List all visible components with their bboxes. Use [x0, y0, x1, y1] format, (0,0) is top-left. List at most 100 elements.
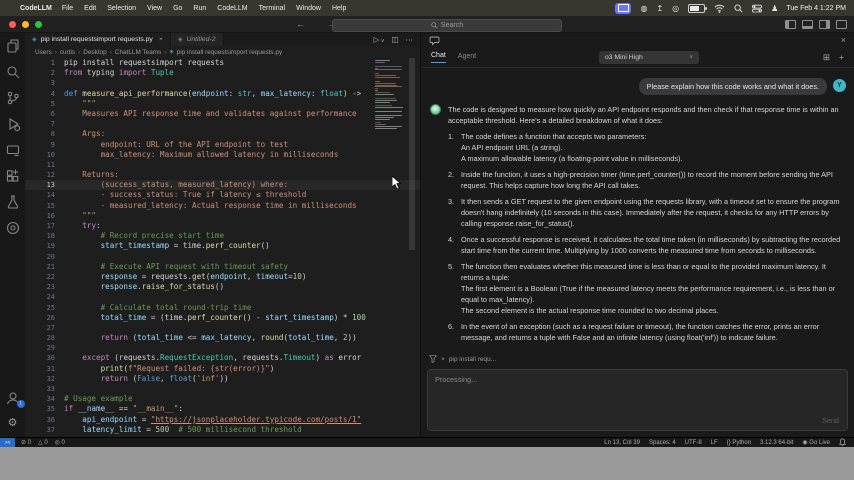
python-file-icon: ◈ — [32, 37, 37, 43]
code-line: 26 total_time = (time.perf_counter() - s… — [25, 313, 420, 323]
breadcrumb-item-pip-install-requestsimport-requests-py[interactable]: pip install requestsimport requests.py — [177, 49, 283, 56]
problem-count[interactable]: △ 0 — [38, 439, 48, 446]
hotspot-icon[interactable]: ↥ — [656, 3, 663, 14]
breadcrumb-item-users[interactable]: Users — [35, 49, 52, 56]
close-window-button[interactable] — [9, 20, 16, 28]
test-beaker-icon[interactable] — [5, 194, 21, 210]
wifi-icon[interactable] — [714, 3, 725, 14]
files-icon[interactable] — [5, 38, 21, 54]
attachment-chip[interactable]: × pip install requ... — [429, 355, 496, 363]
item-subtext: An API endpoint URL (a string). — [461, 143, 563, 152]
spotlight-icon[interactable] — [734, 3, 743, 14]
toggle-sidebar-icon[interactable] — [785, 20, 796, 29]
menu-item-terminal[interactable]: Terminal — [259, 5, 285, 12]
menu-clock[interactable]: Tue Feb 4 1:22 PM — [786, 5, 854, 12]
menu-item-selection[interactable]: Selection — [107, 5, 136, 12]
screen-share-icon[interactable] — [615, 2, 632, 14]
remote-window-icon[interactable] — [5, 142, 21, 158]
swirl-app-icon[interactable]: ◍ — [640, 3, 647, 14]
account-icon[interactable]: 1 — [5, 390, 25, 408]
code-editor[interactable]: 1 pip install requestsimport requests 2 fro… — [25, 58, 420, 437]
problems-counts[interactable]: ⊘ 0 △ 0 ◎ 0 — [21, 439, 65, 446]
remote-indicator[interactable]: >< — [0, 438, 15, 447]
minimize-window-button[interactable] — [22, 20, 29, 28]
line-number: 10 — [46, 150, 55, 159]
notifications-bell-icon[interactable] — [839, 437, 846, 448]
tab-chat[interactable]: Chat — [431, 52, 446, 63]
chat-input-box[interactable]: Processing... Send — [427, 369, 848, 431]
menu-item-run[interactable]: Run — [193, 5, 206, 12]
tab-untitled-2[interactable]: ◈ Untitled-2 — [170, 32, 224, 46]
search-icon — [431, 21, 438, 29]
more-actions-icon[interactable]: ⋯ — [406, 35, 414, 44]
minimap-line — [375, 67, 378, 69]
minimap[interactable] — [373, 58, 407, 130]
menu-item-view[interactable]: View — [147, 5, 162, 12]
source-control-icon[interactable] — [5, 90, 21, 106]
battery-icon[interactable] — [688, 3, 708, 14]
history-grid-icon[interactable]: ⊞ — [823, 52, 830, 63]
command-search-box[interactable]: Search — [332, 18, 562, 32]
minimap-line — [375, 86, 402, 88]
zoom-window-button[interactable] — [35, 20, 42, 28]
status-item-3-12-3-64-bit[interactable]: 3.12.3 64-bit — [760, 440, 793, 446]
problem-count[interactable]: ◎ 0 — [55, 439, 65, 446]
model-selector[interactable]: o3 Mini High ∨ — [599, 50, 699, 64]
status-item-spaces-4[interactable]: Spaces: 4 — [649, 440, 676, 446]
file-icon: ◈ — [177, 36, 183, 43]
breadcrumb-item-desktop[interactable]: Desktop — [83, 49, 106, 56]
menu-item-go[interactable]: Go — [173, 5, 182, 12]
code-text: Args: — [64, 129, 106, 139]
status-item-python[interactable]: {} Python — [727, 440, 751, 446]
menu-item-edit[interactable]: Edit — [84, 5, 96, 12]
minimap-line — [375, 90, 379, 92]
menu-item-window[interactable]: Window — [296, 5, 321, 12]
run-debug-icon[interactable] — [5, 116, 21, 132]
status-item-ln-13-col-39[interactable]: Ln 13, Col 39 — [604, 440, 640, 446]
item-text: It then sends a GET request to the given… — [461, 197, 840, 228]
line-number: 37 — [46, 425, 55, 434]
record-target-icon[interactable]: ◎ — [672, 3, 679, 14]
split-editor-icon[interactable]: ◫ — [391, 35, 398, 44]
breadcrumb-item-chatllm-teams[interactable]: ChatLLM Teams — [115, 49, 161, 56]
tab-agent[interactable]: Agent — [458, 53, 476, 63]
line-number: 6 — [50, 109, 55, 118]
status-item-lf[interactable]: LF — [711, 440, 718, 446]
remove-attachment-icon[interactable]: × — [441, 356, 445, 363]
search-icon[interactable] — [5, 64, 21, 80]
toggle-panel-icon[interactable] — [802, 20, 813, 29]
extensions-icon[interactable] — [5, 168, 21, 184]
code-text: total_time = (time.perf_counter() - star… — [100, 312, 366, 322]
customize-layout-icon[interactable] — [836, 20, 847, 29]
menu-item-help[interactable]: Help — [332, 5, 346, 12]
menu-app-name[interactable]: CodeLLM — [20, 5, 52, 12]
close-tab-icon[interactable]: × — [159, 36, 163, 43]
line-number: 4 — [50, 89, 55, 98]
mouse-cursor — [392, 176, 402, 190]
status-item-utf-8[interactable]: UTF-8 — [685, 440, 702, 446]
code-line: 1 pip install requestsimport requests — [25, 58, 420, 68]
tab-pip-install-requests[interactable]: ◈ pip install requestsimport requests.py… — [25, 32, 171, 46]
settings-gear-icon[interactable]: ⚙ — [8, 416, 18, 429]
item-text: Inside the function, it uses a high-prec… — [461, 170, 833, 190]
breadcrumb-separator: › — [109, 48, 112, 56]
status-item-go-live[interactable]: ◉ Go Live — [802, 439, 830, 446]
problem-count[interactable]: ⊘ 0 — [21, 439, 31, 446]
menu-item-file[interactable]: File — [62, 5, 73, 12]
editor-scrollbar[interactable] — [409, 58, 415, 250]
line-number: 30 — [46, 354, 55, 363]
codellm-circle-icon[interactable] — [5, 220, 21, 236]
toggle-secondary-sidebar-icon[interactable] — [819, 20, 830, 29]
minimap-line — [375, 94, 394, 96]
send-button[interactable]: Send — [822, 416, 839, 425]
profile-icon[interactable]: ♟ — [771, 3, 778, 14]
breadcrumb[interactable]: Users › curtis › Desktop › ChatLLM Teams › ◈ pip … — [25, 46, 420, 58]
breadcrumb-item-curtis[interactable]: curtis — [60, 49, 75, 56]
control-center-icon[interactable] — [752, 3, 763, 14]
menu-item-codellm[interactable]: CodeLLM — [217, 5, 247, 12]
chevron-down-icon: ∨ — [689, 54, 693, 60]
new-chat-icon[interactable]: + — [839, 52, 844, 63]
code-line: 27 — [25, 323, 420, 333]
run-button[interactable]: ▷ ∨ — [374, 35, 385, 44]
close-panel-icon[interactable]: × — [841, 35, 846, 45]
